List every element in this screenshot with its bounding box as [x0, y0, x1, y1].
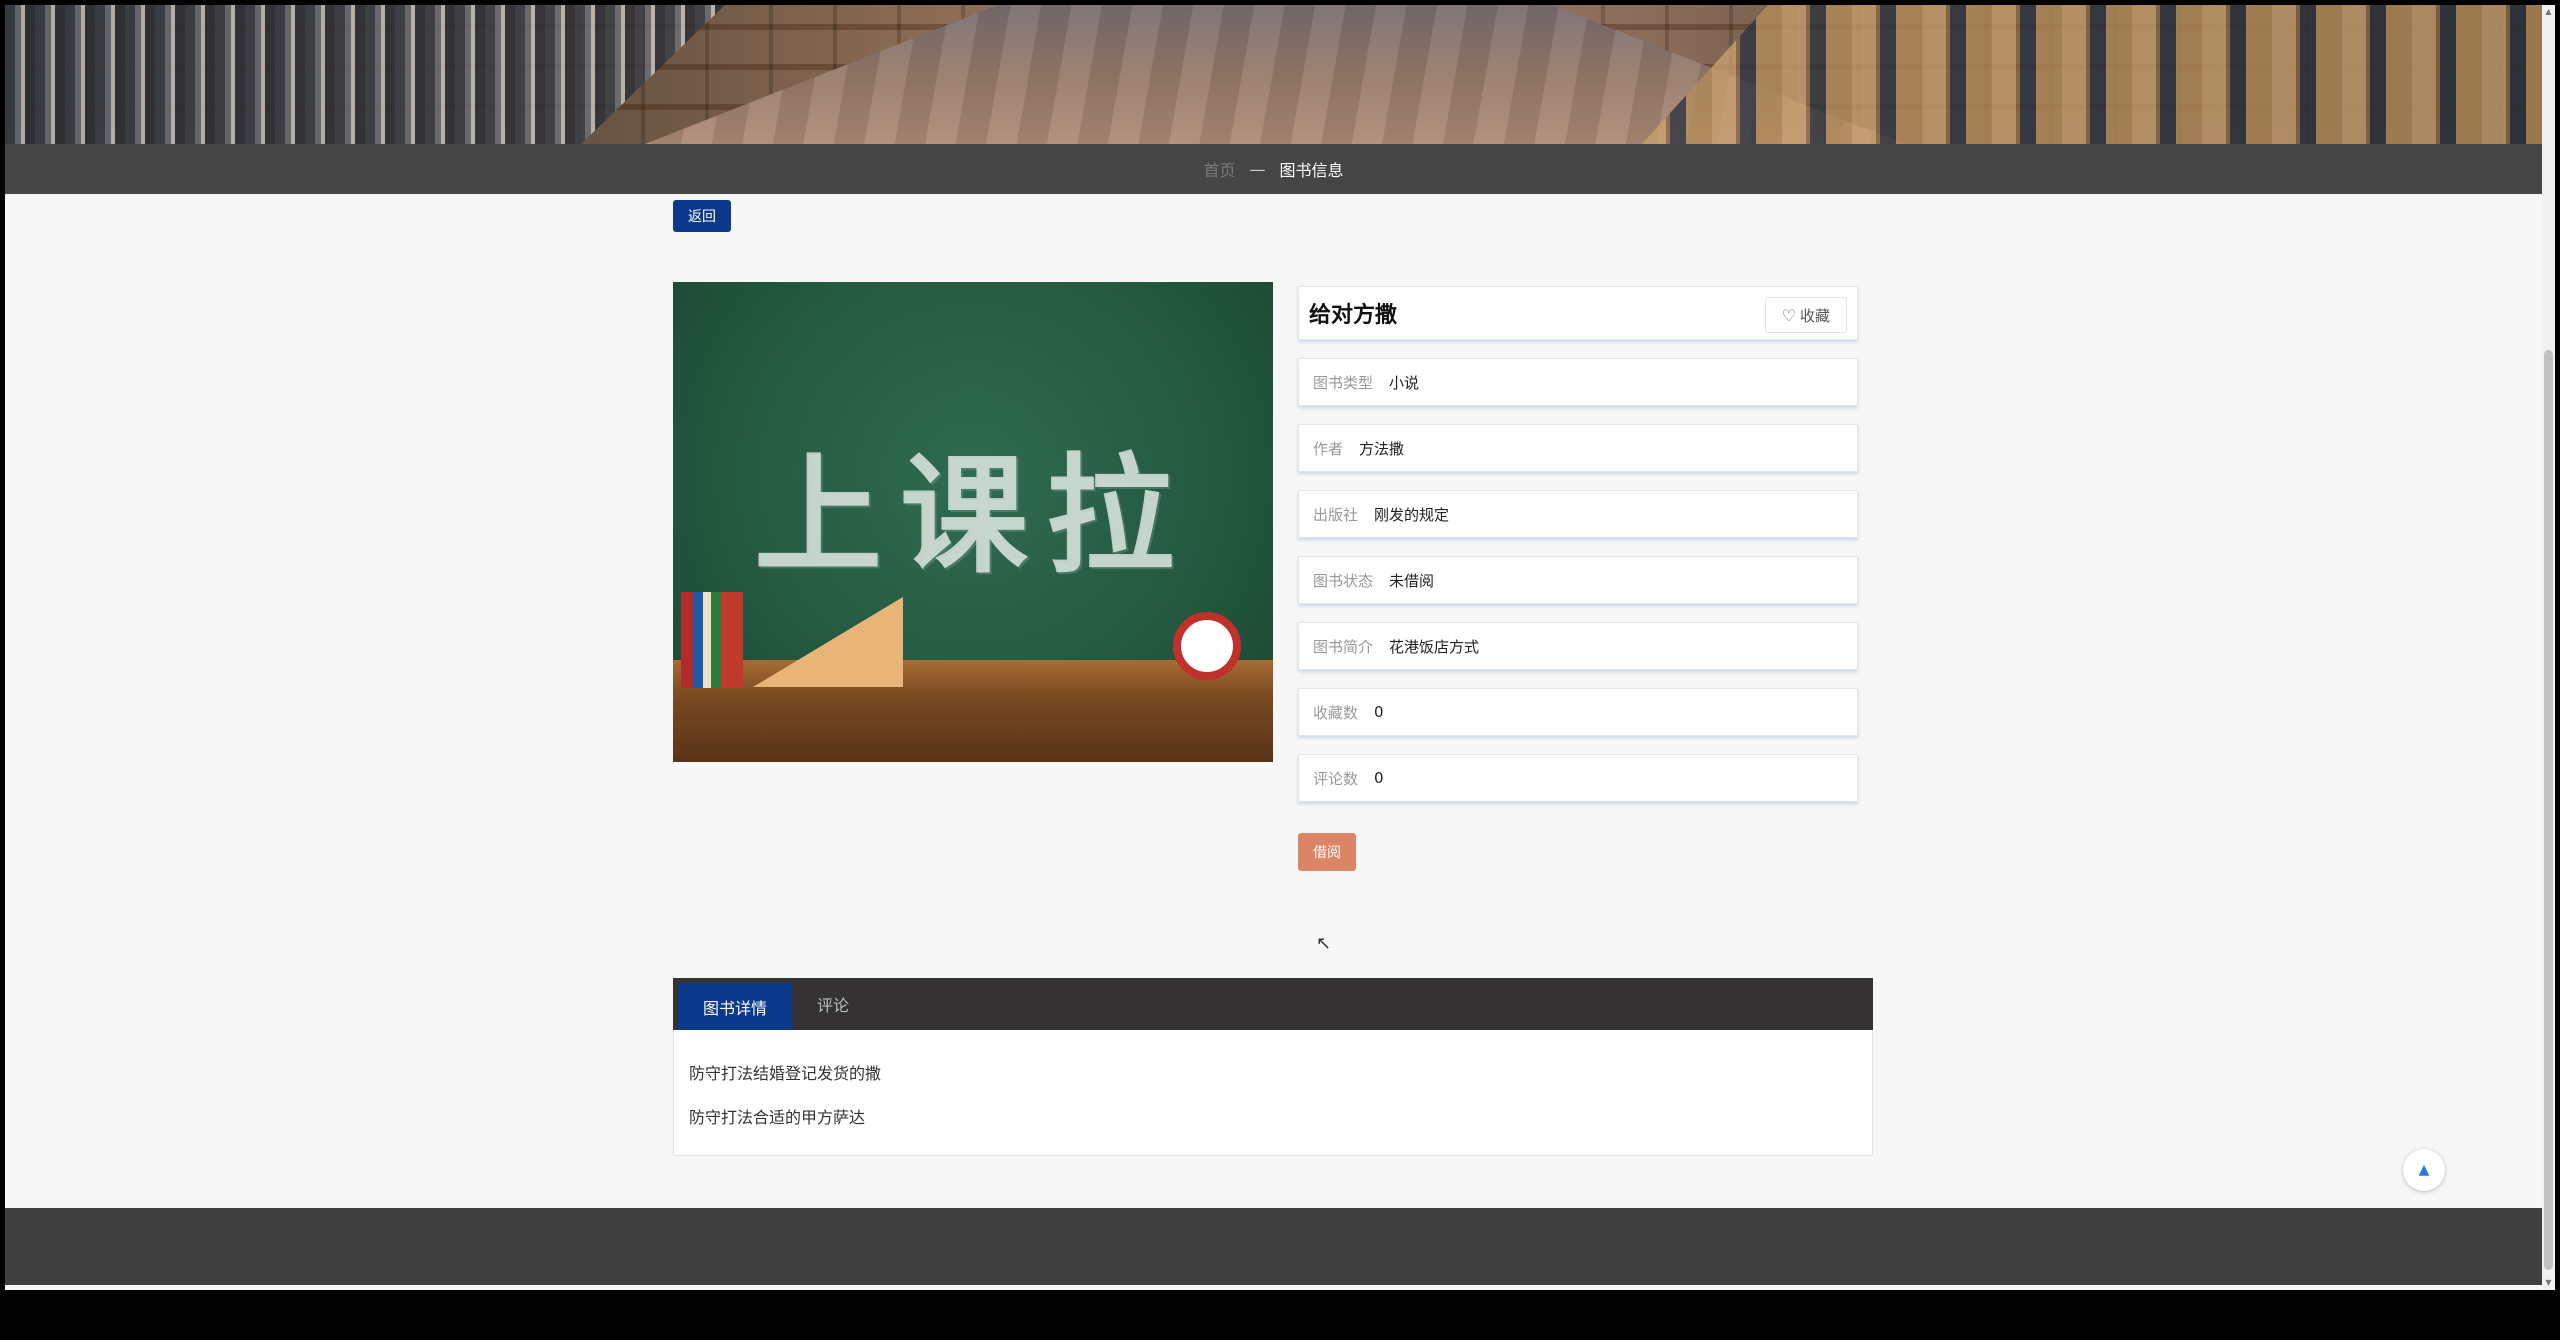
banner-image	[5, 5, 2542, 144]
info-row-summary: 图书简介 花港饭店方式	[1298, 622, 1858, 670]
tab-comments[interactable]: 评论	[792, 978, 874, 1030]
tab-bar: 图书详情 评论	[673, 978, 1873, 1030]
tab-content: 防守打法结婚登记发货的撒 防守打法合适的甲方萨达	[673, 1030, 1873, 1156]
triangle-up-icon: ▲	[2418, 1162, 2430, 1178]
info-row-comment-count: 评论数 0	[1298, 754, 1858, 802]
breadcrumb-current: 图书信息	[1279, 161, 1344, 180]
cover-ruler	[753, 597, 903, 687]
info-label: 作者	[1313, 439, 1344, 458]
book-cover-image: 上课拉	[673, 282, 1273, 762]
info-value: 未借阅	[1389, 571, 1435, 590]
book-title-row: 给对方撒 ♡ 收藏	[1298, 286, 1858, 340]
banner-shelf-left	[5, 5, 725, 144]
info-value: 0	[1374, 703, 1384, 721]
breadcrumb: 首页 — 图书信息	[5, 144, 2542, 194]
info-value: 0	[1374, 769, 1384, 787]
borrow-button[interactable]: 借阅	[1298, 833, 1356, 871]
cover-chalk-text: 上课拉	[753, 441, 1192, 591]
detail-line: 防守打法结婚登记发货的撒	[689, 1064, 882, 1083]
mouse-cursor-icon: ↖	[1316, 933, 1332, 954]
footer	[5, 1208, 2542, 1285]
info-value: 刚发的规定	[1374, 505, 1450, 524]
favorite-label: 收藏	[1799, 306, 1830, 325]
info-row-type: 图书类型 小说	[1298, 358, 1858, 406]
info-label: 图书状态	[1313, 571, 1374, 590]
scroll-down-arrow-icon[interactable]: ▼	[2542, 1276, 2555, 1290]
info-row-author: 作者 方法撒	[1298, 424, 1858, 472]
cover-ledge	[673, 660, 1273, 762]
back-button[interactable]: 返回	[673, 200, 731, 232]
info-label: 图书简介	[1313, 637, 1374, 656]
info-row-favorite-count: 收藏数 0	[1298, 688, 1858, 736]
cover-books	[681, 592, 743, 688]
info-row-publisher: 出版社 刚发的规定	[1298, 490, 1858, 538]
page-viewport: 首页 — 图书信息 返回 上课拉 给对方撒 ♡ 收藏 图书类型 小说 作者 方法…	[5, 5, 2542, 1290]
tab-book-details[interactable]: 图书详情	[678, 983, 793, 1030]
book-info-panel: 给对方撒 ♡ 收藏 图书类型 小说 作者 方法撒 出版社 刚发的规定 图书状态 …	[1298, 286, 1858, 802]
breadcrumb-home[interactable]: 首页	[1203, 157, 1235, 181]
book-title: 给对方撒	[1309, 303, 1398, 328]
info-label: 图书类型	[1313, 373, 1374, 392]
back-to-top-button[interactable]: ▲	[2403, 1149, 2445, 1191]
banner-shelf-right	[1642, 5, 2542, 144]
detail-line: 防守打法合适的甲方萨达	[689, 1108, 866, 1127]
info-value: 小说	[1389, 373, 1420, 392]
breadcrumb-separator: —	[1249, 159, 1266, 179]
heart-icon: ♡	[1781, 305, 1796, 325]
info-row-status: 图书状态 未借阅	[1298, 556, 1858, 604]
info-label: 评论数	[1313, 769, 1359, 788]
scroll-up-arrow-icon[interactable]: ▲	[2542, 5, 2555, 19]
detail-tabs: 图书详情 评论 防守打法结婚登记发货的撒 防守打法合适的甲方萨达	[673, 978, 1873, 1156]
info-value: 方法撒	[1359, 439, 1405, 458]
scrollbar-thumb[interactable]	[2544, 350, 2553, 1270]
favorite-button[interactable]: ♡ 收藏	[1764, 297, 1847, 333]
info-value: 花港饭店方式	[1389, 637, 1480, 656]
info-label: 收藏数	[1313, 703, 1359, 722]
info-label: 出版社	[1313, 505, 1359, 524]
cover-clock	[1173, 612, 1241, 680]
